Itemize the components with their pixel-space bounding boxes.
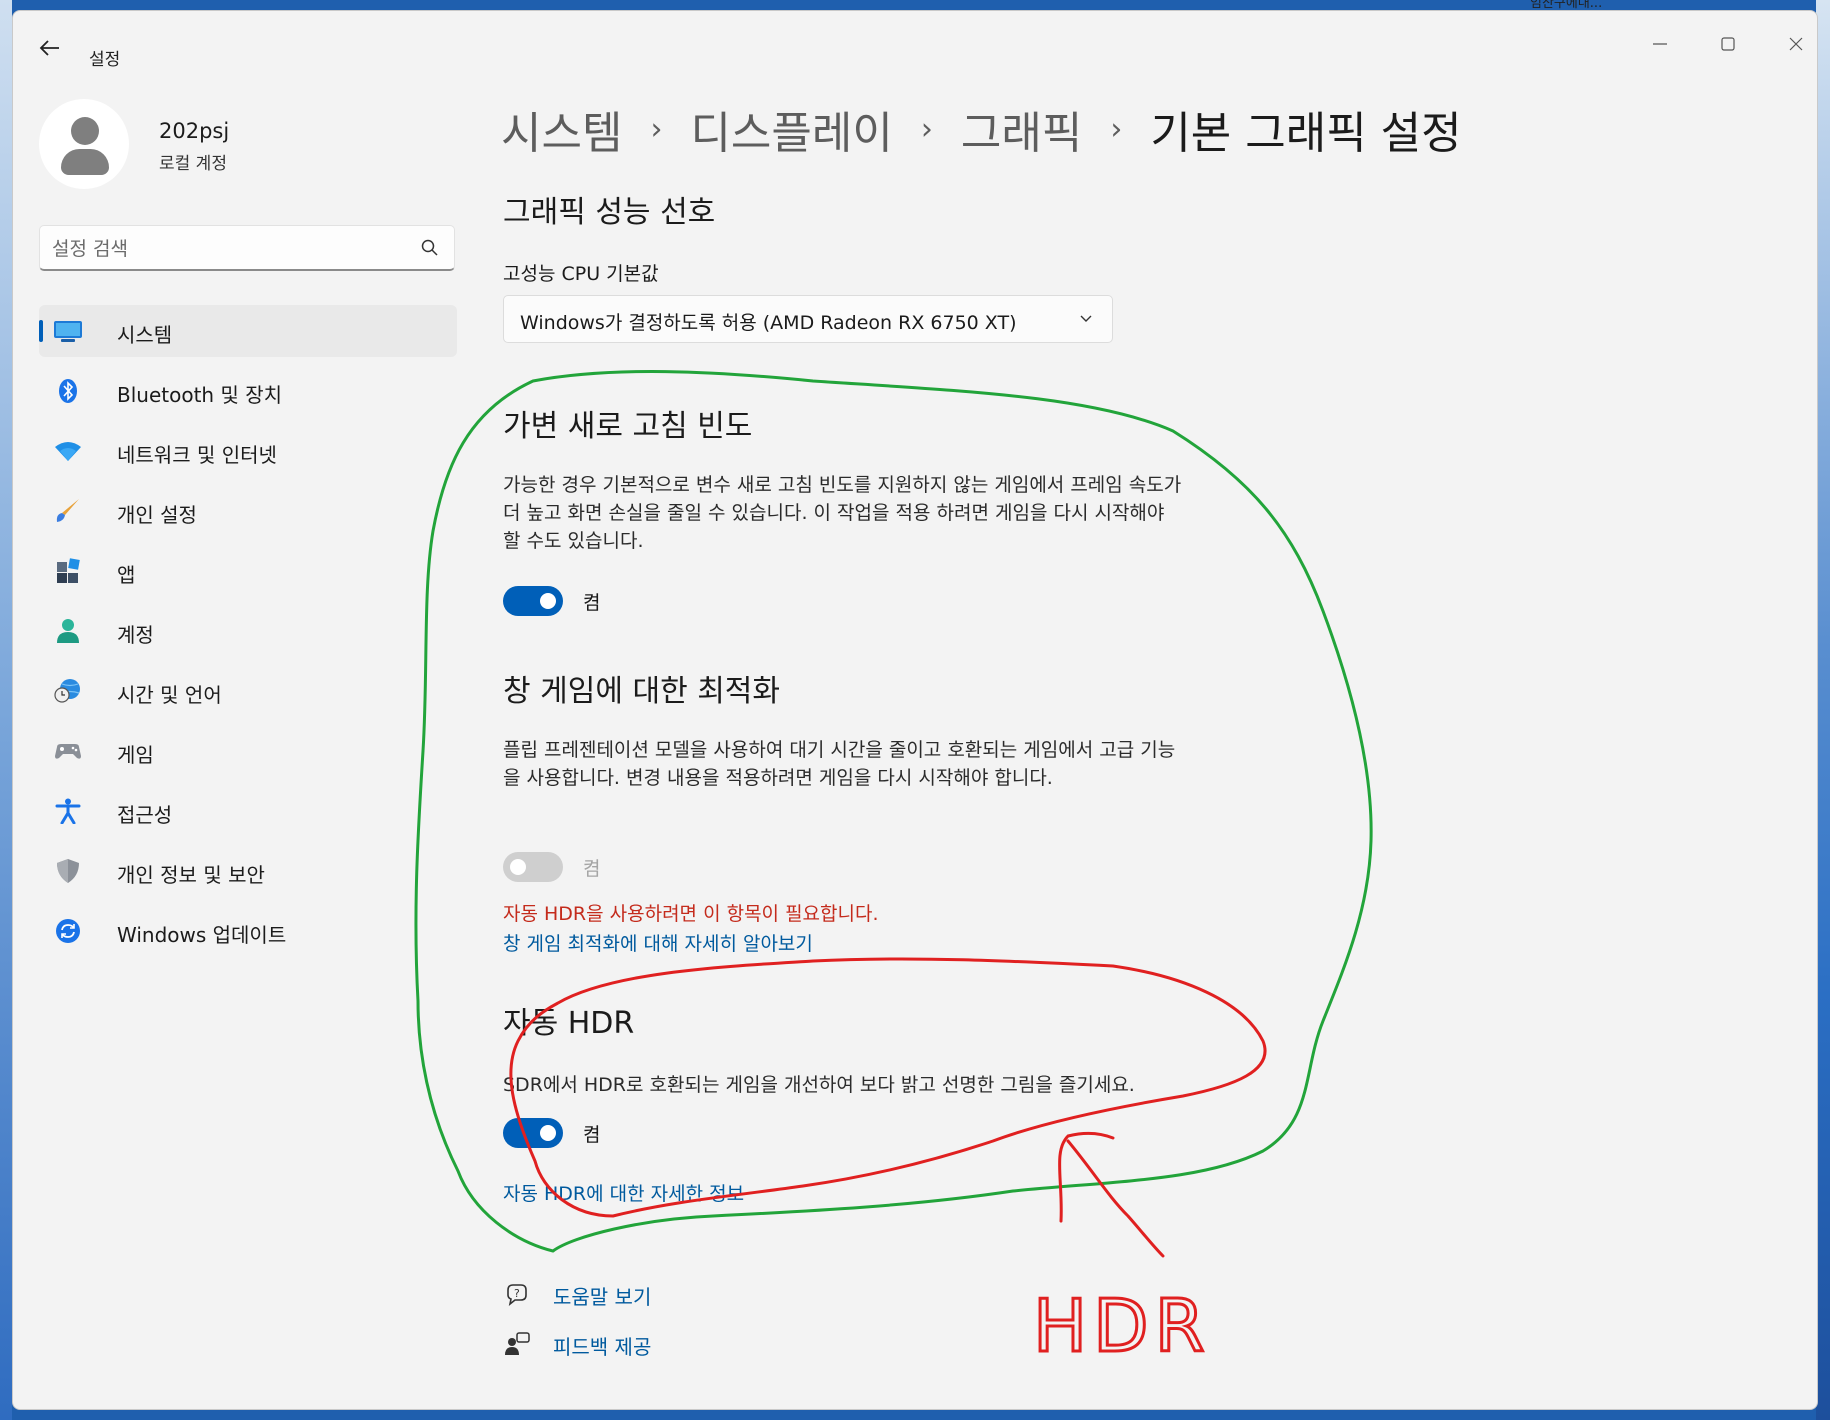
sidebar-item-bluetooth[interactable]: Bluetooth 및 장치 bbox=[39, 365, 457, 417]
sidebar-nav: 시스템 Bluetooth 및 장치 네트워크 및 인터넷 개인 설정 앱 계정… bbox=[39, 305, 457, 965]
accessibility-icon bbox=[55, 798, 81, 824]
sidebar-item-label: 네트워크 및 인터넷 bbox=[117, 443, 277, 467]
breadcrumb-separator: › bbox=[920, 111, 933, 147]
auto-hdr-heading: 자동 HDR bbox=[503, 1006, 635, 1041]
breadcrumb-separator: › bbox=[1110, 111, 1123, 147]
sidebar-item-windows-update[interactable]: Windows 업데이트 bbox=[39, 905, 457, 957]
breadcrumb: 시스템 › 디스플레이 › 그래픽 › 기본 그래픽 설정 bbox=[501, 97, 1462, 161]
apps-icon bbox=[57, 558, 80, 583]
graphics-preference-heading: 그래픽 성능 선호 bbox=[503, 195, 716, 230]
sidebar-item-network[interactable]: 네트워크 및 인터넷 bbox=[39, 425, 457, 477]
breadcrumb-display[interactable]: 디스플레이 bbox=[690, 97, 892, 161]
sidebar-item-accessibility[interactable]: 접근성 bbox=[39, 785, 457, 837]
variable-refresh-heading: 가변 새로 고침 빈도 bbox=[503, 409, 753, 444]
dropdown-selected-value: Windows가 결정하도록 허용 (AMD Radeon RX 6750 XT… bbox=[520, 312, 1017, 334]
search-input[interactable] bbox=[52, 236, 392, 262]
variable-refresh-toggle[interactable] bbox=[503, 586, 563, 616]
chevron-down-icon bbox=[1080, 315, 1092, 322]
give-feedback-link[interactable]: 피드백 제공 bbox=[553, 1331, 651, 1360]
sidebar-item-label: Windows 업데이트 bbox=[117, 923, 287, 947]
sidebar-item-time-language[interactable]: 시간 및 언어 bbox=[39, 665, 457, 717]
title-bar: 설정 bbox=[13, 11, 1817, 81]
sidebar-item-apps[interactable]: 앱 bbox=[39, 545, 457, 597]
app-title: 설정 bbox=[89, 50, 121, 70]
wifi-icon bbox=[55, 442, 81, 461]
avatar bbox=[39, 99, 129, 189]
auto-hdr-requirement-warning: 자동 HDR을 사용하려면 이 항목이 필요합니다. bbox=[503, 903, 879, 925]
settings-search bbox=[39, 225, 455, 271]
globe-clock-icon bbox=[54, 679, 80, 703]
gamepad-icon bbox=[55, 744, 81, 759]
help-chat-icon: ? bbox=[507, 1284, 527, 1306]
sidebar-item-label: 개인 정보 및 보안 bbox=[117, 863, 265, 887]
page-title: 기본 그래픽 설정 bbox=[1150, 108, 1462, 159]
variable-refresh-toggle-label: 켬 bbox=[583, 592, 601, 614]
variable-refresh-description: 가능한 경우 기본적으로 변수 새로 고침 빈도를 지원하지 않는 게임에서 프… bbox=[503, 474, 1182, 552]
windowed-optimization-heading: 창 게임에 대한 최적화 bbox=[503, 674, 781, 709]
red-annotation-arrow bbox=[1058, 1131, 1165, 1258]
account-icon bbox=[57, 619, 79, 643]
sidebar-item-personalization[interactable]: 개인 설정 bbox=[39, 485, 457, 537]
sidebar-item-label: 게임 bbox=[117, 743, 154, 767]
maximize-button[interactable] bbox=[1705, 27, 1751, 61]
gpu-preference-dropdown[interactable]: Windows가 결정하도록 허용 (AMD Radeon RX 6750 XT… bbox=[503, 295, 1113, 343]
desktop-left-edge bbox=[0, 0, 12, 1420]
sidebar-item-label: 앱 bbox=[117, 563, 136, 587]
auto-hdr-toggle[interactable] bbox=[503, 1118, 563, 1148]
paintbrush-icon bbox=[56, 499, 79, 522]
sidebar-item-label: 계정 bbox=[117, 623, 154, 647]
auto-hdr-toggle-label: 켬 bbox=[583, 1124, 601, 1146]
desktop-window-peek: 임찬구에대... bbox=[1530, 0, 1603, 10]
sidebar-item-gaming[interactable]: 게임 bbox=[39, 725, 457, 777]
feedback-icon bbox=[505, 1332, 530, 1355]
sidebar-item-label: 시간 및 언어 bbox=[117, 683, 222, 707]
graphics-preference-label: 고성능 CPU 기본값 bbox=[503, 263, 659, 285]
close-button[interactable] bbox=[1773, 27, 1817, 61]
windowed-optimization-learn-more-link[interactable]: 창 게임 최적화에 대해 자세히 알아보기 bbox=[503, 929, 813, 956]
back-arrow-icon[interactable] bbox=[35, 33, 65, 63]
sidebar-item-label: 접근성 bbox=[117, 803, 173, 827]
account-type: 로컬 계정 bbox=[159, 154, 227, 174]
monitor-icon bbox=[54, 321, 82, 342]
search-icon[interactable] bbox=[420, 238, 440, 258]
sidebar-item-label: 시스템 bbox=[117, 323, 173, 347]
windowed-optimization-toggle-label: 켬 bbox=[583, 858, 601, 880]
sidebar-item-label: Bluetooth 및 장치 bbox=[117, 383, 283, 407]
auto-hdr-info-link[interactable]: 자동 HDR에 대한 자세한 정보 bbox=[503, 1179, 744, 1206]
windowed-optimization-toggle[interactable] bbox=[503, 852, 563, 882]
bluetooth-icon bbox=[59, 379, 77, 403]
get-help-link[interactable]: 도움말 보기 bbox=[553, 1281, 651, 1310]
sidebar-item-privacy[interactable]: 개인 정보 및 보안 bbox=[39, 845, 457, 897]
minimize-button[interactable] bbox=[1637, 27, 1683, 61]
handwritten-hdr-label: HDR bbox=[1033, 1284, 1211, 1368]
user-name: 202psj bbox=[159, 119, 230, 143]
sidebar-item-accounts[interactable]: 계정 bbox=[39, 605, 457, 657]
desktop-right-edge bbox=[1816, 0, 1830, 1420]
shield-icon bbox=[57, 859, 79, 883]
sidebar-item-system[interactable]: 시스템 bbox=[39, 305, 457, 357]
auto-hdr-description: SDR에서 HDR로 호환되는 게임을 개선하여 보다 밝고 선명한 그림을 즐… bbox=[503, 1074, 1135, 1096]
breadcrumb-graphics[interactable]: 그래픽 bbox=[961, 97, 1082, 161]
update-icon bbox=[56, 919, 80, 943]
settings-window: 설정 202psj 로컬 계정 설정 검색 시스템 Bluetooth 및 장치… bbox=[12, 10, 1818, 1410]
breadcrumb-system[interactable]: 시스템 bbox=[501, 97, 622, 161]
svg-text:?: ? bbox=[514, 1287, 520, 1300]
sidebar-item-label: 개인 설정 bbox=[117, 503, 197, 527]
windowed-optimization-description: 플립 프레젠테이션 모델을 사용하여 대기 시간을 줄이고 호환되는 게임에서 … bbox=[503, 739, 1176, 789]
breadcrumb-separator: › bbox=[650, 111, 663, 147]
